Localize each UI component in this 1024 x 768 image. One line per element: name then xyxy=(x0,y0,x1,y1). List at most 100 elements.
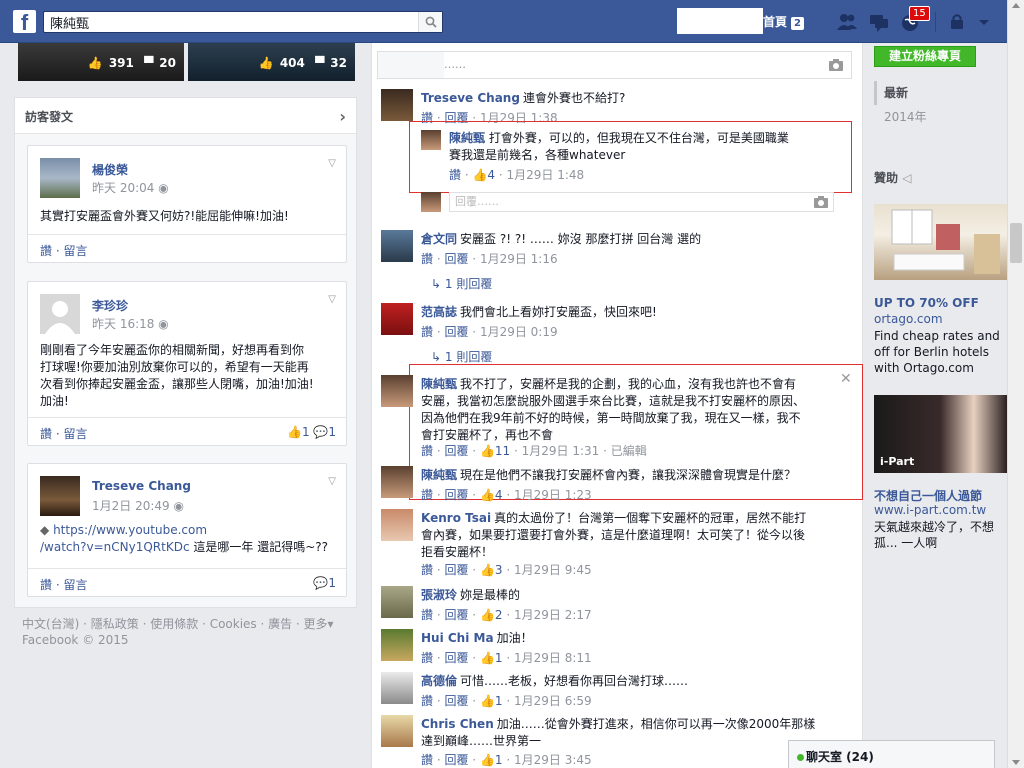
reply-button[interactable]: 回覆 xyxy=(444,325,468,339)
like-button[interactable]: 讚 xyxy=(40,578,52,592)
privacy-shortcuts-icon[interactable] xyxy=(946,11,968,33)
avatar[interactable] xyxy=(40,158,80,198)
page-scrollbar[interactable] xyxy=(1007,0,1024,768)
ad-url[interactable]: www.i-part.com.tw xyxy=(874,503,986,517)
like-button[interactable]: 讚 xyxy=(421,488,433,502)
comment-time[interactable]: 1月29日 8:11 xyxy=(514,651,592,665)
photo-thumbnail[interactable]: 👍 391 ▀ 20 xyxy=(18,43,184,81)
post-time[interactable]: 1月2日 20:49 ◉ xyxy=(92,497,184,514)
comment-time[interactable]: 1月29日 1:31 xyxy=(522,444,600,458)
comment-time[interactable]: 1月29日 3:45 xyxy=(514,753,592,767)
messages-icon[interactable] xyxy=(868,11,890,33)
comment-author[interactable]: 陳純甄 xyxy=(421,377,457,391)
like-count[interactable]: 👍3 xyxy=(480,563,503,577)
comment-author[interactable]: Kenro Tsai xyxy=(421,511,491,525)
avatar[interactable] xyxy=(381,230,413,262)
like-button[interactable]: 讚 xyxy=(421,651,433,665)
post-options-chevron-icon[interactable]: ▽ xyxy=(328,476,336,487)
avatar[interactable] xyxy=(381,509,413,541)
comment-author[interactable]: 倉文同 xyxy=(421,232,457,246)
reply-input[interactable]: …… xyxy=(377,51,852,79)
avatar[interactable] xyxy=(381,629,413,661)
avatar[interactable] xyxy=(40,476,80,516)
comment-button[interactable]: 留言 xyxy=(63,244,87,258)
search-input[interactable] xyxy=(44,12,419,32)
reply-button[interactable]: 回覆 xyxy=(444,753,468,767)
avatar[interactable] xyxy=(381,672,413,704)
comment-author[interactable]: 范高誌 xyxy=(421,305,457,319)
sponsored-heading[interactable]: 贊助 ◁ xyxy=(874,169,911,186)
chevron-right-icon[interactable]: › xyxy=(339,107,346,126)
scroll-thumb[interactable] xyxy=(1010,223,1022,263)
post-link[interactable]: https://www.youtube.com xyxy=(53,523,207,537)
comment-time[interactable]: 1月29日 2:17 xyxy=(514,608,592,622)
avatar[interactable] xyxy=(381,89,413,121)
like-button[interactable]: 讚 xyxy=(421,252,433,266)
comment-time[interactable]: 1月29日 6:59 xyxy=(514,694,592,708)
reply-button[interactable]: 回覆 xyxy=(444,252,468,266)
reply-input[interactable]: 回覆…… xyxy=(449,192,834,212)
edited-label[interactable]: 已編輯 xyxy=(611,444,647,458)
search-button[interactable] xyxy=(418,12,442,32)
avatar[interactable] xyxy=(381,375,413,407)
post-counts[interactable]: 💬1 xyxy=(313,576,336,590)
reply-button[interactable]: 回覆 xyxy=(444,651,468,665)
ad-image-ipart[interactable]: i-Part xyxy=(874,395,1007,473)
reply-button[interactable]: 回覆 xyxy=(444,563,468,577)
post-link[interactable]: /watch?v=nCNy1QRtKDc xyxy=(40,540,190,554)
post-author[interactable]: 楊俊榮 xyxy=(92,161,128,178)
comment-author[interactable]: 張淑玲 xyxy=(421,588,457,602)
ad-url[interactable]: ortago.com xyxy=(874,312,943,326)
post-author[interactable]: Treseve Chang xyxy=(92,479,191,493)
facebook-logo[interactable]: f xyxy=(13,10,36,33)
like-button[interactable]: 讚 xyxy=(40,244,52,258)
comment-author[interactable]: 陳純甄 xyxy=(421,468,457,482)
like-button[interactable]: 讚 xyxy=(421,753,433,767)
avatar[interactable] xyxy=(381,586,413,618)
avatar[interactable] xyxy=(381,303,413,335)
like-button[interactable]: 讚 xyxy=(421,325,433,339)
reply-button[interactable]: 回覆 xyxy=(444,608,468,622)
scroll-up-arrow-icon[interactable] xyxy=(1012,3,1020,8)
post-counts[interactable]: 👍1 💬1 xyxy=(287,425,336,439)
like-button[interactable]: 讚 xyxy=(40,427,52,441)
footer-links[interactable]: 中文(台灣) · 隱私政策 · 使用條款 · Cookies · 廣告 · 更多… xyxy=(22,616,362,648)
timeline-item-2014[interactable]: 2014年 xyxy=(874,105,994,129)
create-page-button[interactable]: 建立粉絲專頁 xyxy=(874,46,976,67)
like-count[interactable]: 👍1 xyxy=(480,694,503,708)
comment-button[interactable]: 留言 xyxy=(63,578,87,592)
comment-author[interactable]: 高德倫 xyxy=(421,674,457,688)
account-menu-chevron-icon[interactable] xyxy=(973,11,995,33)
post-options-chevron-icon[interactable]: ▽ xyxy=(328,158,336,169)
reply-button[interactable]: 回覆 xyxy=(444,694,468,708)
comment-time[interactable]: 1月29日 0:19 xyxy=(480,325,558,339)
reply-button[interactable]: 回覆 xyxy=(444,444,468,458)
like-count[interactable]: 👍1 xyxy=(480,753,503,767)
ad-title[interactable]: 不想自己一個人過節 xyxy=(874,487,982,504)
like-count[interactable]: 👍2 xyxy=(480,608,503,622)
like-button[interactable]: 讚 xyxy=(421,563,433,577)
reply-button[interactable]: 回覆 xyxy=(444,488,468,502)
like-button[interactable]: 讚 xyxy=(421,608,433,622)
like-button[interactable]: 讚 xyxy=(421,694,433,708)
close-icon[interactable]: ✕ xyxy=(840,371,852,387)
view-replies-link[interactable]: ↳ 1 則回覆 xyxy=(431,348,492,365)
like-count[interactable]: 👍1 xyxy=(480,651,503,665)
post-author[interactable]: 李珍珍 xyxy=(92,297,128,314)
avatar[interactable] xyxy=(381,715,413,747)
comment-author[interactable]: Chris Chen xyxy=(421,717,494,731)
friend-requests-icon[interactable] xyxy=(836,11,858,33)
like-count[interactable]: 👍4 xyxy=(480,488,503,502)
timeline-item-latest[interactable]: 最新 xyxy=(874,81,994,105)
camera-icon[interactable] xyxy=(814,196,828,208)
visitor-posts-header[interactable]: 訪客發文 › xyxy=(15,98,356,134)
comment-time[interactable]: 1月29日 9:45 xyxy=(514,563,592,577)
scroll-down-arrow-icon[interactable] xyxy=(1012,760,1020,765)
post-time[interactable]: 昨天 16:18 ◉ xyxy=(92,315,169,332)
footer-links-line[interactable]: 中文(台灣) · 隱私政策 · 使用條款 · Cookies · 廣告 · 更多… xyxy=(22,616,362,632)
comment-author[interactable]: Treseve Chang xyxy=(421,91,520,105)
post-options-chevron-icon[interactable]: ▽ xyxy=(328,294,336,305)
view-replies-link[interactable]: ↳ 1 則回覆 xyxy=(431,275,492,292)
chat-bar[interactable]: 聊天室 (24) xyxy=(788,740,995,768)
comment-author[interactable]: Hui Chi Ma xyxy=(421,631,494,645)
